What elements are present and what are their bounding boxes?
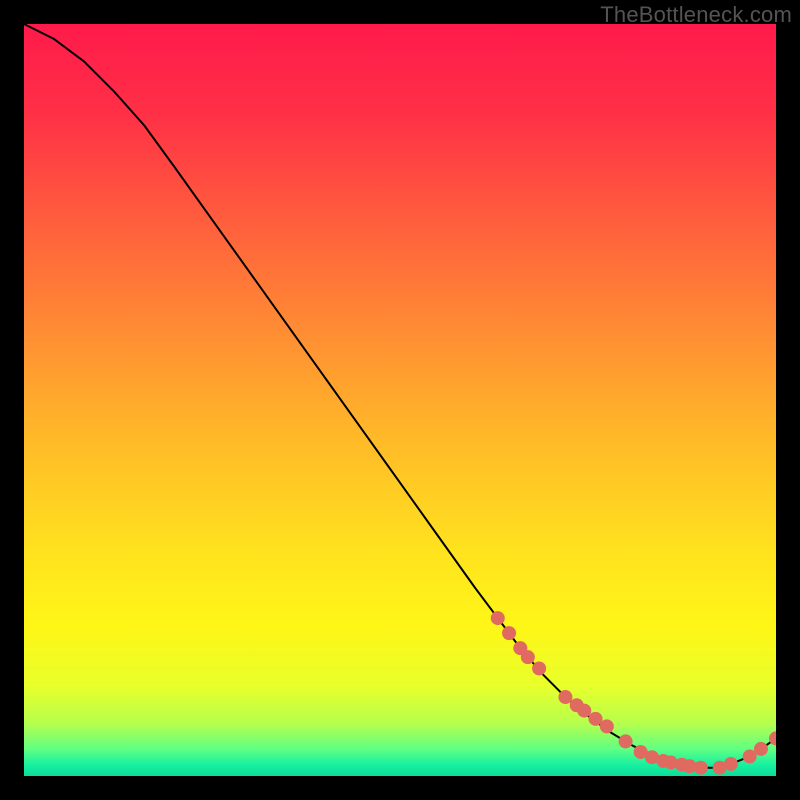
chart-svg (24, 24, 776, 776)
scatter-point (724, 757, 738, 771)
watermark-text: TheBottleneck.com (600, 2, 792, 28)
chart-background (24, 24, 776, 776)
chart-container: TheBottleneck.com (0, 0, 800, 800)
scatter-point (491, 611, 505, 625)
scatter-point (558, 690, 572, 704)
chart-plot-area (24, 24, 776, 776)
scatter-point (521, 650, 535, 664)
scatter-point (502, 626, 516, 640)
scatter-point (577, 704, 591, 718)
scatter-point (694, 761, 708, 775)
scatter-point (600, 719, 614, 733)
scatter-point (754, 742, 768, 756)
scatter-point (532, 661, 546, 675)
scatter-point (619, 734, 633, 748)
